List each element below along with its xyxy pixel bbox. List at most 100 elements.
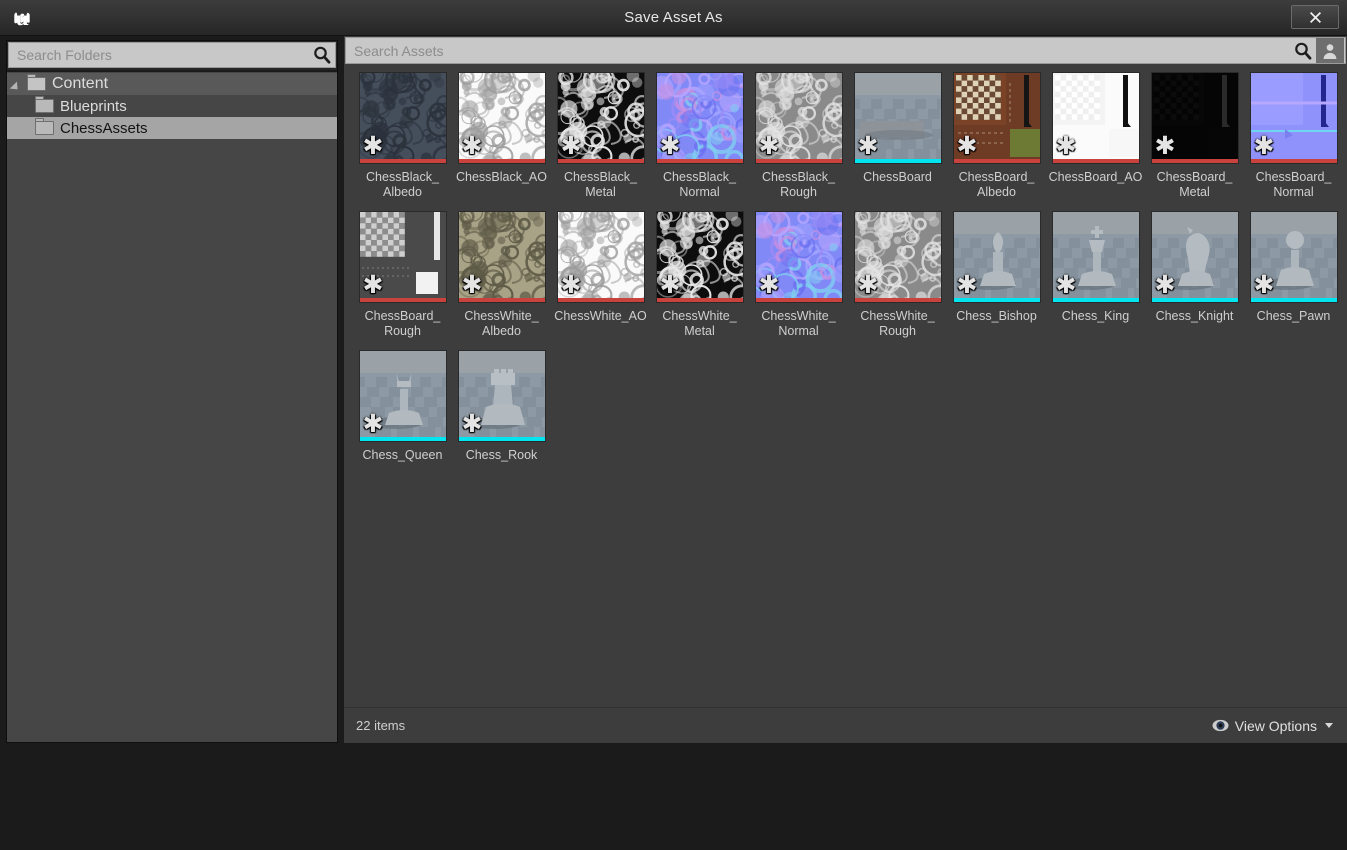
asset-label: ChessBoard_ Normal xyxy=(1255,170,1332,199)
asset-thumbnail[interactable]: ✱ xyxy=(358,350,447,442)
asset-label: ChessBoard_ Albedo xyxy=(958,170,1035,199)
asset-tile[interactable]: ✱ ChessBlack_ Rough xyxy=(749,72,848,200)
asset-label: ChessWhite_ Albedo xyxy=(464,309,539,338)
unsaved-asterisk-icon: ✱ xyxy=(1253,131,1275,160)
unsaved-asterisk-icon: ✱ xyxy=(659,270,681,299)
asset-label: ChessBoard_ Rough xyxy=(364,309,441,338)
folder-tree-item-chessassets[interactable]: ChessAssets xyxy=(7,117,337,139)
unsaved-asterisk-icon: ✱ xyxy=(857,131,879,160)
asset-label: Chess_Knight xyxy=(1155,309,1234,323)
asset-thumbnail[interactable]: ✱ xyxy=(853,72,942,164)
asset-thumbnail[interactable]: ✱ xyxy=(457,72,546,164)
asset-tile[interactable]: ✱ ChessBoard_AO xyxy=(1046,72,1145,200)
unsaved-asterisk-icon: ✱ xyxy=(362,409,384,438)
asset-tile[interactable]: ✱ ChessBoard_ Normal xyxy=(1244,72,1343,200)
asset-tile[interactable]: ✱ ChessWhite_ Albedo xyxy=(452,211,551,339)
asset-label: ChessBlack_ Albedo xyxy=(366,170,439,199)
folder-tree: Content Blueprints ChessAssets xyxy=(7,72,337,742)
asset-thumbnail[interactable]: ✱ xyxy=(1051,72,1140,164)
unsaved-asterisk-icon: ✱ xyxy=(362,270,384,299)
asset-thumbnail[interactable]: ✱ xyxy=(358,211,447,303)
search-icon[interactable] xyxy=(309,42,335,68)
asset-search-bar[interactable] xyxy=(345,37,1346,64)
asset-label: ChessBoard xyxy=(863,170,932,184)
asset-thumbnail[interactable]: ✱ xyxy=(1150,211,1239,303)
folder-icon xyxy=(35,118,54,135)
asset-label: ChessBlack_ Normal xyxy=(663,170,736,199)
asset-thumbnail[interactable]: ✱ xyxy=(754,72,843,164)
asset-tile[interactable]: ✱ ChessWhite_ Normal xyxy=(749,211,848,339)
asset-tile[interactable]: ✱ ChessBoard_ Rough xyxy=(353,211,452,339)
asset-tile[interactable]: ✱ ChessBoard_ Albedo xyxy=(947,72,1046,200)
asset-tile[interactable]: ✱ ChessBlack_ Albedo xyxy=(353,72,452,200)
asset-label: Chess_Pawn xyxy=(1256,309,1331,323)
unsaved-asterisk-icon: ✱ xyxy=(1055,131,1077,160)
asset-tile[interactable]: ✱ ChessBoard_ Metal xyxy=(1145,72,1244,200)
folder-tree-item-blueprints[interactable]: Blueprints xyxy=(7,95,337,117)
eye-icon xyxy=(1212,719,1229,732)
search-folders-input[interactable] xyxy=(9,43,309,67)
unsaved-asterisk-icon: ✱ xyxy=(362,131,384,160)
asset-label: ChessWhite_AO xyxy=(554,309,647,323)
asset-label: Chess_Bishop xyxy=(956,309,1037,323)
asset-thumbnail[interactable]: ✱ xyxy=(457,211,546,303)
close-button[interactable] xyxy=(1291,5,1339,29)
asset-tile[interactable]: ✱ ChessWhite_AO xyxy=(551,211,650,339)
asset-thumbnail[interactable]: ✱ xyxy=(1249,211,1338,303)
asset-label: ChessBoard_AO xyxy=(1048,170,1143,184)
item-count-label: 22 items xyxy=(356,718,406,733)
asset-tile[interactable]: ✱ ChessWhite_ Metal xyxy=(650,211,749,339)
unsaved-asterisk-icon: ✱ xyxy=(560,131,582,160)
asset-thumbnail[interactable]: ✱ xyxy=(556,72,645,164)
asset-tile[interactable]: ✱ Chess_Rook xyxy=(452,350,551,463)
asset-label: ChessBoard_ Metal xyxy=(1156,170,1233,199)
view-options-button[interactable]: View Options xyxy=(1212,718,1333,734)
asset-thumbnail[interactable]: ✱ xyxy=(358,72,447,164)
asset-thumbnail[interactable]: ✱ xyxy=(655,211,744,303)
asset-thumbnail[interactable]: ✱ xyxy=(952,72,1041,164)
asset-browser-panel: ✱ ChessBlack_Albedo ✱ ChessBlack_AO ✱ ChessBl… xyxy=(344,36,1347,743)
asset-label: ChessBlack_ Metal xyxy=(564,170,637,199)
search-assets-input[interactable] xyxy=(346,38,1290,63)
unsaved-asterisk-icon: ✱ xyxy=(956,131,978,160)
asset-label: ChessWhite_ Rough xyxy=(860,309,935,338)
asset-thumbnail[interactable]: ✱ xyxy=(754,211,843,303)
user-profile-button[interactable] xyxy=(1316,38,1344,63)
disclosure-triangle-icon[interactable] xyxy=(13,79,24,90)
asset-thumbnail[interactable]: ✱ xyxy=(655,72,744,164)
asset-label: ChessBlack_AO xyxy=(455,170,547,184)
unsaved-asterisk-icon: ✱ xyxy=(758,131,780,160)
asset-tile[interactable]: ✱ ChessBlack_AO xyxy=(452,72,551,200)
asset-tile[interactable]: ✱ ChessBlack_ Metal xyxy=(551,72,650,200)
folder-tree-item-content[interactable]: Content xyxy=(7,73,337,95)
folder-search-bar[interactable] xyxy=(8,42,336,68)
asset-tile[interactable]: ✱ ChessWhite_ Rough xyxy=(848,211,947,339)
asset-footer: 22 items View Options xyxy=(344,707,1347,743)
unsaved-asterisk-icon: ✱ xyxy=(659,131,681,160)
unsaved-asterisk-icon: ✱ xyxy=(857,270,879,299)
asset-tile[interactable]: ✱ Chess_Knight xyxy=(1145,211,1244,339)
asset-tile[interactable]: ✱ Chess_Bishop xyxy=(947,211,1046,339)
unreal-logo-svg: u xyxy=(14,8,30,30)
asset-tile[interactable]: ✱ Chess_Queen xyxy=(353,350,452,463)
unsaved-asterisk-icon: ✱ xyxy=(956,270,978,299)
folder-tree-item-label: ChessAssets xyxy=(60,119,148,137)
folder-tree-item-label: Blueprints xyxy=(60,97,127,115)
asset-label: Chess_Queen xyxy=(362,448,443,462)
asset-tile[interactable]: ✱ ChessBoard xyxy=(848,72,947,200)
dialog-title: Save Asset As xyxy=(624,9,723,26)
asset-label: Chess_King xyxy=(1061,309,1130,323)
asset-thumbnail[interactable]: ✱ xyxy=(556,211,645,303)
asset-thumbnail[interactable]: ✱ xyxy=(1051,211,1140,303)
asset-label: Chess_Rook xyxy=(465,448,538,462)
asset-thumbnail[interactable]: ✱ xyxy=(457,350,546,442)
asset-thumbnail[interactable]: ✱ xyxy=(853,211,942,303)
asset-thumbnail[interactable]: ✱ xyxy=(1249,72,1338,164)
asset-search-icon[interactable] xyxy=(1290,38,1316,64)
unsaved-asterisk-icon: ✱ xyxy=(1154,131,1176,160)
asset-tile[interactable]: ✱ ChessBlack_ Normal xyxy=(650,72,749,200)
asset-thumbnail[interactable]: ✱ xyxy=(1150,72,1239,164)
asset-thumbnail[interactable]: ✱ xyxy=(952,211,1041,303)
asset-tile[interactable]: ✱ Chess_King xyxy=(1046,211,1145,339)
asset-tile[interactable]: ✱ Chess_Pawn xyxy=(1244,211,1343,339)
